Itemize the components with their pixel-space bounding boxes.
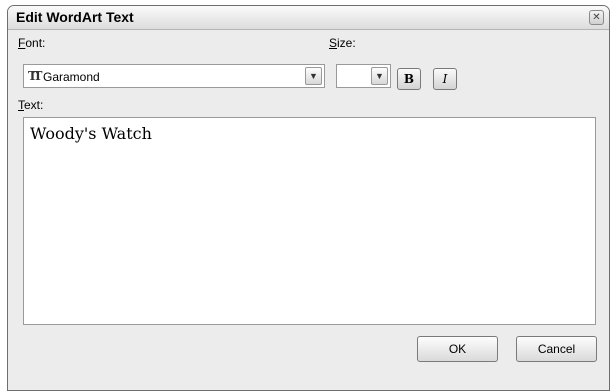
close-icon[interactable]: ✕ xyxy=(589,10,604,25)
dialog-title: Edit WordArt Text xyxy=(16,9,134,25)
size-select[interactable]: ▼ xyxy=(336,64,391,88)
font-select-value: Garamond xyxy=(43,70,100,84)
title-bar[interactable]: Edit WordArt Text ✕ xyxy=(8,6,609,30)
italic-button[interactable]: I xyxy=(433,68,457,90)
font-label: Font: xyxy=(18,36,46,50)
truetype-font-icon: TT xyxy=(28,69,43,83)
font-select[interactable]: TT Garamond ▼ xyxy=(23,64,325,88)
ok-button[interactable]: OK xyxy=(417,336,498,362)
wordart-text-input[interactable]: Woody's Watch xyxy=(23,117,596,325)
cancel-button[interactable]: Cancel xyxy=(516,336,597,362)
edit-wordart-dialog: Edit WordArt Text ✕ Font: Size: TT Garam… xyxy=(7,5,610,391)
chevron-down-icon[interactable]: ▼ xyxy=(371,67,388,85)
size-label: Size: xyxy=(329,36,356,50)
text-label: Text: xyxy=(18,98,44,112)
chevron-down-icon[interactable]: ▼ xyxy=(305,67,322,85)
bold-button[interactable]: B xyxy=(397,68,421,90)
